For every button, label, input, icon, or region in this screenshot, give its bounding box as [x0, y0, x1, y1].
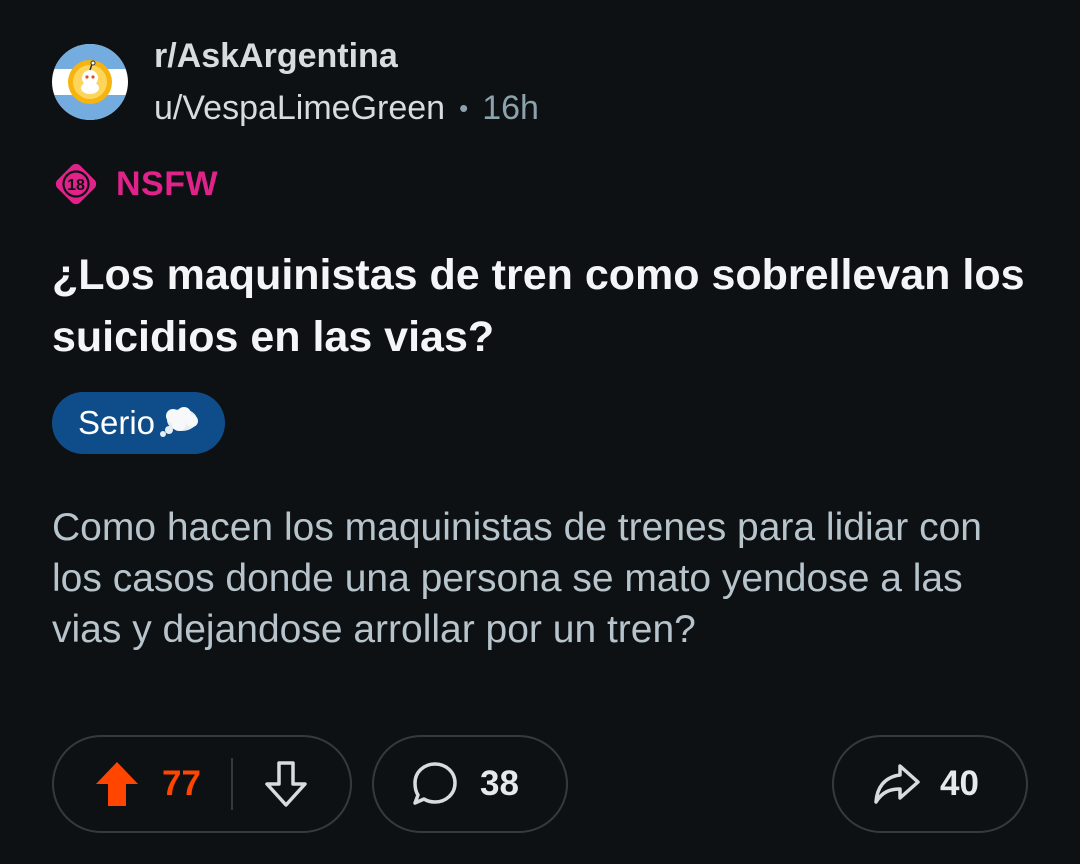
subreddit-avatar[interactable]	[52, 44, 128, 120]
comment-count: 38	[480, 764, 519, 803]
thought-balloon-icon	[160, 407, 199, 437]
vote-divider	[230, 758, 233, 810]
comment-bubble-icon	[413, 762, 457, 805]
post-header: r/AskArgentina u/VespaLimeGreen • 16h	[52, 36, 539, 128]
subreddit-name[interactable]: r/AskArgentina	[154, 36, 539, 76]
share-count: 40	[940, 764, 979, 803]
share-icon-box	[872, 759, 922, 809]
nsfw-number: 18	[67, 177, 85, 194]
upvote-button[interactable]	[92, 756, 142, 812]
post-time: 16h	[482, 89, 539, 127]
byline: u/VespaLimeGreen • 16h	[154, 88, 539, 128]
action-bar: 77 38 40	[0, 735, 1080, 837]
post-flair[interactable]: Serio	[52, 392, 226, 454]
post-body: Como hacen los maquinistas de trenes par…	[52, 506, 983, 651]
argentina-flag-snoo-icon	[52, 44, 128, 120]
share-button[interactable]: 40	[832, 735, 1028, 833]
flair-text: Serio	[78, 404, 156, 441]
meta-separator: •	[459, 93, 469, 123]
nsfw-18-icon: 18	[55, 163, 97, 205]
author-name[interactable]: u/VespaLimeGreen	[154, 88, 445, 128]
downvote-arrow-icon	[265, 761, 307, 807]
downvote-button[interactable]	[261, 756, 311, 812]
post-title: ¿Los maquinistas de tren como sobrelleva…	[52, 251, 1025, 361]
share-arrow-icon	[874, 764, 920, 804]
post-meta: r/AskArgentina u/VespaLimeGreen • 16h	[154, 36, 539, 128]
nsfw-tag: 18 NSFW	[52, 160, 218, 208]
upvote-arrow-icon	[96, 762, 138, 806]
comments-button[interactable]: 38	[372, 735, 568, 833]
post-view: r/AskArgentina u/VespaLimeGreen • 16h 18…	[0, 0, 1080, 864]
comment-icon-box	[410, 759, 460, 809]
upvote-count: 77	[162, 764, 201, 803]
nsfw-label: NSFW	[116, 164, 219, 203]
vote-control: 77	[52, 735, 352, 833]
